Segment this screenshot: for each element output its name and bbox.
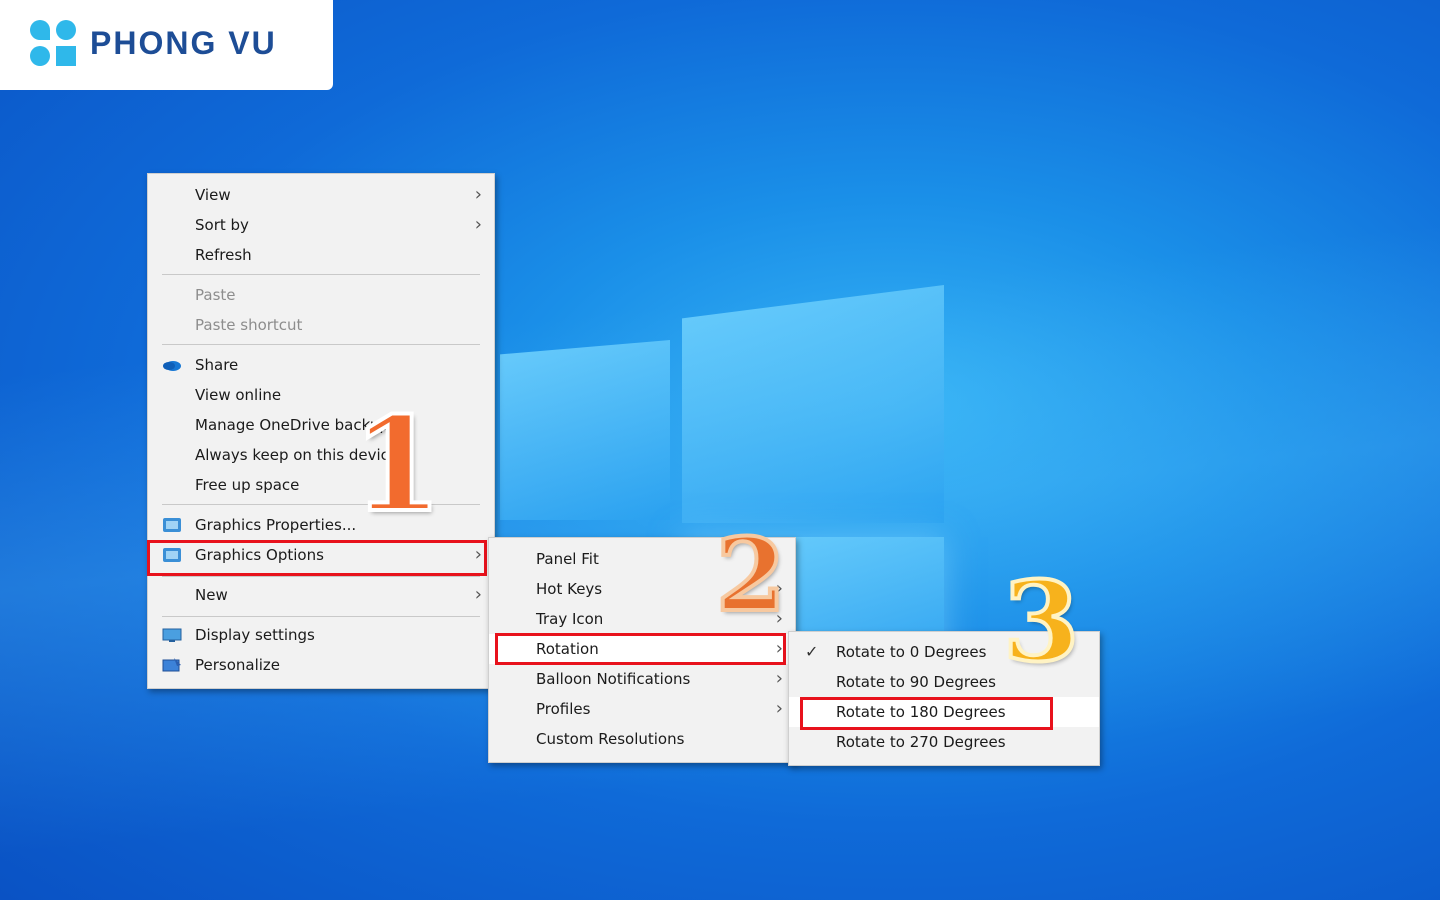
menu-item-share[interactable]: Share [148, 350, 494, 380]
menu-item-label: Share [195, 356, 239, 374]
menu-item-label: Refresh [195, 246, 252, 264]
onedrive-cloud-icon [163, 361, 181, 371]
chevron-right-icon: › [474, 184, 482, 205]
menu-item-paste-shortcut: Paste shortcut [148, 310, 494, 340]
menu-item-refresh[interactable]: Refresh [148, 240, 494, 270]
personalize-icon [162, 658, 181, 672]
menu-item-label: Free up space [195, 476, 300, 494]
menu-item-label: Custom Resolutions [536, 730, 685, 748]
menu-item-sort-by[interactable]: Sort by › [148, 210, 494, 240]
highlight-box-graphics-options [147, 540, 487, 576]
desktop-context-menu: View › Sort by › Refresh Paste Paste sho… [147, 173, 495, 689]
menu-item-label: Display settings [195, 626, 315, 644]
menu-item-label: Tray Icon [536, 610, 604, 628]
menu-item-label: New [195, 586, 228, 604]
menu-separator [162, 576, 480, 577]
menu-item-label: View [195, 186, 231, 204]
intel-graphics-icon [163, 518, 181, 532]
menu-item-label: Sort by [195, 216, 249, 234]
chevron-right-icon: › [775, 698, 783, 719]
step-badge-3: 3 [1001, 557, 1082, 686]
menu-item-label: Panel Fit [536, 550, 599, 568]
chevron-right-icon: › [474, 584, 482, 605]
menu-item-label: Balloon Notifications [536, 670, 691, 688]
menu-item-label: Rotate to 270 Degrees [836, 733, 1006, 751]
brand-logo: PHONG VU [0, 0, 333, 90]
menu-item-label: Rotate to 90 Degrees [836, 673, 996, 691]
menu-item-label: Paste [195, 286, 236, 304]
menu-item-label: Paste shortcut [195, 316, 303, 334]
highlight-box-rotate-180 [800, 697, 1053, 730]
menu-item-new[interactable]: New › [148, 580, 494, 610]
menu-separator [162, 274, 480, 275]
submenu-item-custom-resolutions[interactable]: Custom Resolutions [489, 724, 795, 754]
rotation-item-270-degrees[interactable]: Rotate to 270 Degrees [789, 727, 1099, 757]
highlight-box-rotation [495, 633, 786, 665]
menu-item-display-settings[interactable]: Display settings [148, 620, 494, 650]
step-badge-2: 2 [714, 516, 788, 634]
menu-item-label: View online [195, 386, 282, 404]
checkmark-icon: ✓ [805, 642, 819, 661]
menu-item-label: Graphics Properties... [195, 516, 357, 534]
menu-item-view[interactable]: View › [148, 180, 494, 210]
menu-item-personalize[interactable]: Personalize [148, 650, 494, 680]
menu-item-label: Profiles [536, 700, 591, 718]
menu-separator [162, 616, 480, 617]
brand-mark-icon [30, 20, 80, 70]
submenu-item-balloon-notifications[interactable]: Balloon Notifications › [489, 664, 795, 694]
submenu-item-profiles[interactable]: Profiles › [489, 694, 795, 724]
menu-item-label: Hot Keys [536, 580, 603, 598]
display-icon [162, 628, 182, 642]
menu-item-label: Personalize [195, 656, 281, 674]
menu-separator [162, 344, 480, 345]
menu-item-label: Rotate to 0 Degrees [836, 643, 987, 661]
step-badge-1: 1 [350, 388, 444, 541]
menu-item-paste: Paste [148, 280, 494, 310]
chevron-right-icon: › [775, 668, 783, 689]
brand-name: PHONG VU [90, 25, 277, 61]
chevron-right-icon: › [474, 214, 482, 235]
